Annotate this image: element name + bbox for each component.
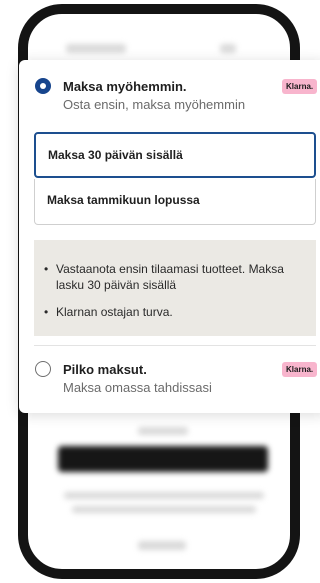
bullet: • bbox=[44, 262, 49, 276]
option-title-pay-later[interactable]: Maksa myöhemmin. bbox=[63, 79, 187, 94]
blurred-header-text bbox=[66, 44, 126, 53]
blurred-text-line bbox=[72, 506, 256, 513]
option-subtitle-split-payments: Maksa omassa tahdissasi bbox=[63, 380, 212, 395]
info-text: Klarnan ostajan turva. bbox=[56, 305, 173, 319]
blurred-header-dot bbox=[220, 44, 236, 53]
suboption-end-of-january[interactable]: Maksa tammikuun lopussa bbox=[34, 179, 316, 225]
blurred-text-line bbox=[138, 427, 188, 435]
klarna-badge: Klarna. bbox=[282, 362, 318, 377]
radio-unselected-split-payments[interactable] bbox=[35, 361, 51, 377]
suboption-label: Maksa tammikuun lopussa bbox=[47, 193, 200, 207]
radio-selected-pay-later[interactable] bbox=[35, 78, 51, 94]
suboption-30-days[interactable]: Maksa 30 päivän sisällä bbox=[34, 132, 316, 178]
option-title-split-payments[interactable]: Pilko maksut. bbox=[63, 362, 147, 377]
option-subtitle-pay-later: Osta ensin, maksa myöhemmin bbox=[63, 97, 246, 112]
bullet: • bbox=[44, 305, 49, 319]
payment-options-card: Maksa myöhemmin. Osta ensin, maksa myöhe… bbox=[19, 60, 320, 413]
klarna-badge: Klarna. bbox=[282, 79, 318, 94]
option-divider bbox=[34, 345, 316, 346]
suboption-label: Maksa 30 päivän sisällä bbox=[48, 148, 183, 162]
blurred-pay-button bbox=[58, 446, 268, 472]
info-box: • Vastaanota ensin tilaamasi tuotteet. M… bbox=[34, 240, 316, 336]
blurred-text-line bbox=[64, 492, 264, 499]
info-text: Vastaanota ensin tilaamasi tuotteet. Mak… bbox=[56, 262, 284, 292]
blurred-logo bbox=[138, 541, 186, 550]
